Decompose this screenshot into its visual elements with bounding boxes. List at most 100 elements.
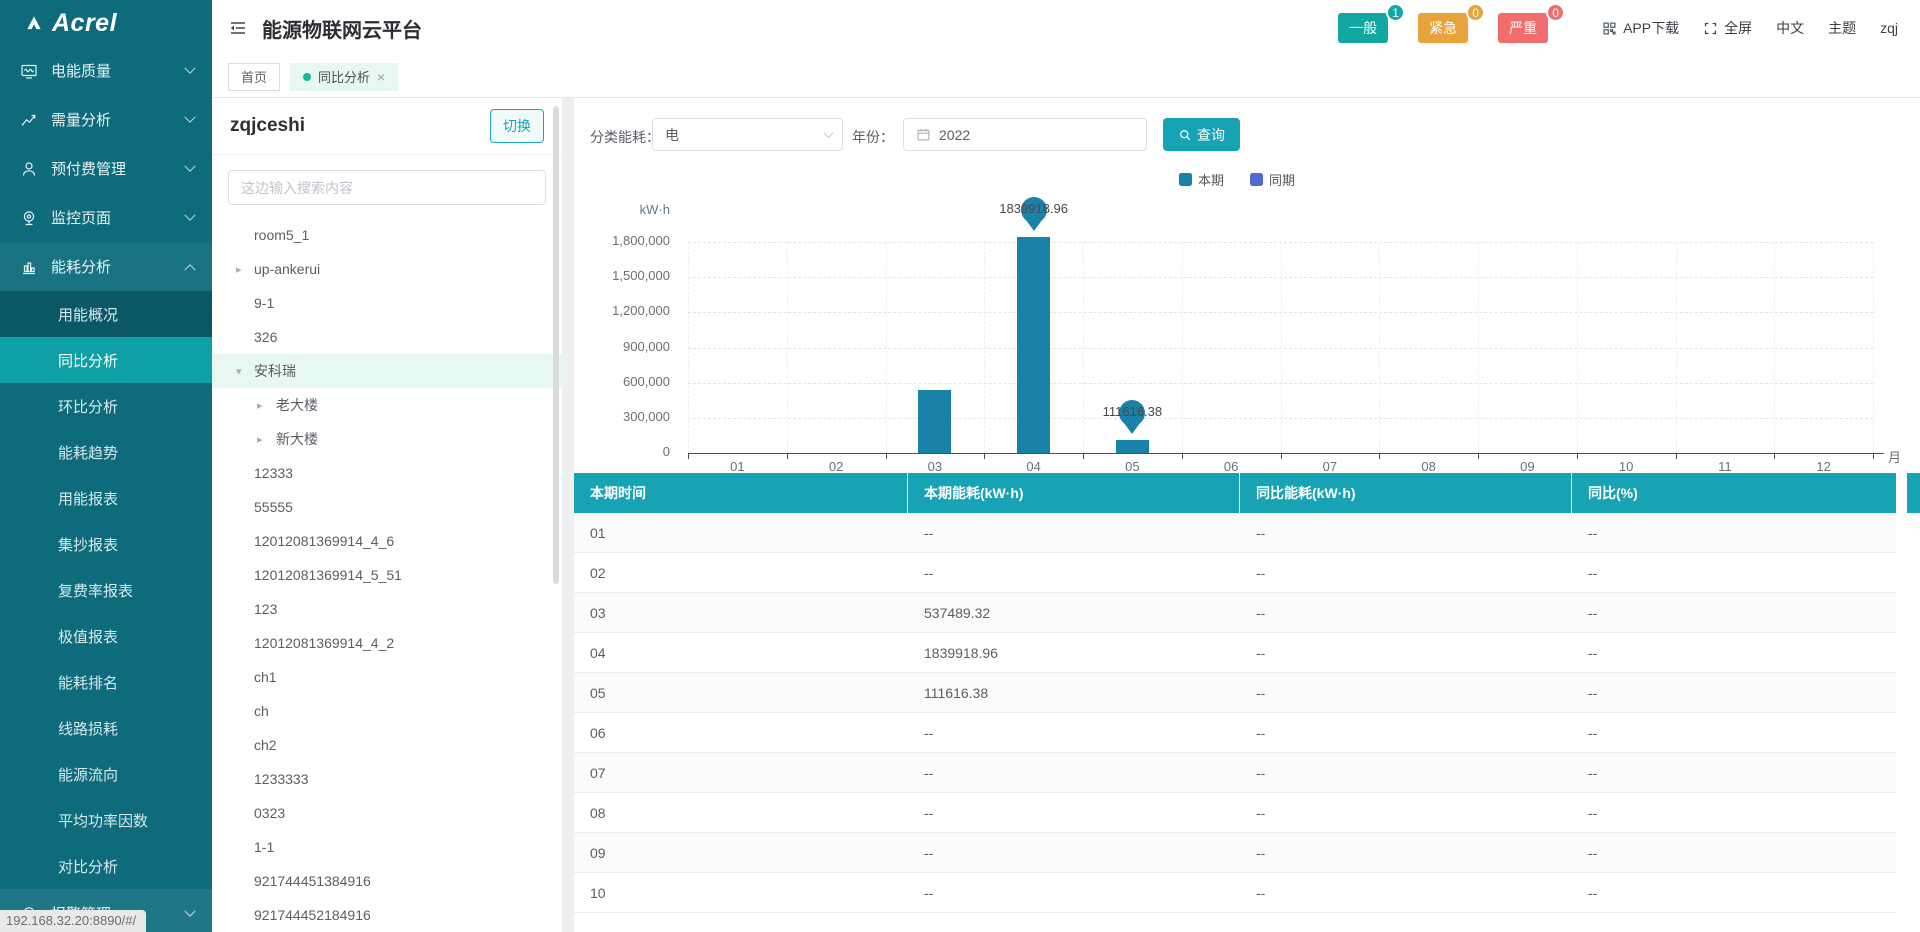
sidebar-item-0[interactable]: 电能质量 — [0, 46, 212, 95]
tree-node-label: 921744451384916 — [254, 873, 371, 889]
tab-yoy-analysis[interactable]: 同比分析 × — [290, 63, 398, 91]
tree-search-input[interactable] — [241, 180, 533, 196]
tree-node-2[interactable]: 9-1 — [212, 286, 562, 320]
fullscreen-button[interactable]: 全屏 — [1703, 18, 1752, 38]
table-cell: -- — [1240, 885, 1571, 901]
v-gridline — [1577, 242, 1578, 453]
app-download-button[interactable]: APP下载 — [1602, 18, 1679, 38]
bar-05 — [1116, 440, 1149, 453]
alarm-badge-0[interactable]: 一般1 — [1338, 13, 1388, 43]
tree-collapsed-arrow-icon[interactable]: ▸ — [257, 399, 263, 412]
tree-node-13[interactable]: ch1 — [212, 660, 562, 694]
sidebar-item-label: 能耗排名 — [58, 672, 118, 693]
legend-item-本期[interactable]: 本期 — [1179, 170, 1224, 189]
tree-node-19[interactable]: 921744451384916 — [212, 864, 562, 898]
tree-node-16[interactable]: 1233333 — [212, 762, 562, 796]
x-axis-unit-label: 月 — [1888, 447, 1901, 466]
sidebar-item-6[interactable]: 同比分析 — [0, 337, 212, 383]
sidebar-item-14[interactable]: 线路损耗 — [0, 705, 212, 751]
tree-node-1[interactable]: ▸up-ankerui — [212, 252, 562, 286]
sidebar: Acrel 电能质量需量分析预付费管理监控页面能耗分析用能概况同比分析环比分析能… — [0, 0, 212, 932]
sidebar-item-3[interactable]: 监控页面 — [0, 193, 212, 242]
sidebar-item-label: 电能质量 — [51, 60, 111, 81]
switch-button[interactable]: 切换 — [490, 109, 544, 143]
sidebar-item-13[interactable]: 能耗排名 — [0, 659, 212, 705]
user-menu[interactable]: zqj — [1880, 20, 1898, 36]
tree-scrollbar[interactable] — [553, 106, 559, 584]
table-cell: 06 — [574, 725, 907, 741]
alarm-badge-1[interactable]: 紧急0 — [1418, 13, 1468, 43]
table-cell: -- — [1240, 685, 1571, 701]
tree-node-6[interactable]: ▸新大楼 — [212, 422, 562, 456]
search-icon — [1178, 128, 1192, 142]
sidebar-item-8[interactable]: 能耗趋势 — [0, 429, 212, 475]
x-tick-label: 09 — [1497, 459, 1557, 474]
app-download-label: APP下载 — [1623, 18, 1679, 38]
calendar-icon — [916, 127, 931, 142]
tree-node-15[interactable]: ch2 — [212, 728, 562, 762]
language-switch[interactable]: 中文 — [1776, 18, 1804, 38]
tree-node-3[interactable]: 326 — [212, 320, 562, 354]
category-select[interactable]: 电 — [652, 118, 843, 151]
table-cell: 10 — [574, 885, 907, 901]
tree-node-11[interactable]: 123 — [212, 592, 562, 626]
tree-node-18[interactable]: 1-1 — [212, 830, 562, 864]
table-cell: 01 — [574, 525, 907, 541]
sidebar-item-12[interactable]: 极值报表 — [0, 613, 212, 659]
y-tick-label: 600,000 — [574, 374, 670, 389]
sidebar-item-11[interactable]: 复费率报表 — [0, 567, 212, 613]
table-cell: -- — [1240, 725, 1571, 741]
legend-item-同期[interactable]: 同期 — [1250, 170, 1295, 189]
tab-home[interactable]: 首页 — [228, 63, 280, 91]
v-gridline — [1182, 242, 1183, 453]
sidebar-item-4[interactable]: 能耗分析 — [0, 242, 212, 291]
sidebar-item-1[interactable]: 需量分析 — [0, 95, 212, 144]
x-axis-tick — [886, 454, 887, 459]
theme-switch[interactable]: 主题 — [1828, 18, 1856, 38]
query-button[interactable]: 查询 — [1163, 118, 1240, 151]
sidebar-item-16[interactable]: 平均功率因数 — [0, 797, 212, 843]
sidebar-collapse-icon[interactable] — [228, 18, 248, 38]
tree-node-8[interactable]: 55555 — [212, 490, 562, 524]
sidebar-item-15[interactable]: 能源流向 — [0, 751, 212, 797]
sidebar-item-label: 能耗趋势 — [58, 442, 118, 463]
tree-expanded-arrow-icon[interactable]: ▾ — [236, 365, 242, 378]
tree-node-10[interactable]: 12012081369914_5_51 — [212, 558, 562, 592]
table-cell: 08 — [574, 805, 907, 821]
tree-node-12[interactable]: 12012081369914_4_2 — [212, 626, 562, 660]
v-gridline — [1478, 242, 1479, 453]
tree-node-5[interactable]: ▸老大楼 — [212, 388, 562, 422]
sidebar-item-5[interactable]: 用能概况 — [0, 291, 212, 337]
sidebar-item-label: 能耗分析 — [51, 256, 111, 277]
table-cell: -- — [908, 845, 1239, 861]
tree-panel-header: zqjceshi 切换 — [212, 98, 562, 155]
table-header-cell: 本期时间 — [574, 473, 907, 513]
demand-icon — [20, 111, 38, 129]
data-value-label: 1839918.96 — [969, 201, 1099, 216]
marker-pin-icon — [1021, 197, 1047, 223]
table-header-cell: 本期能耗(kW·h) — [908, 473, 1239, 513]
sidebar-item-2[interactable]: 预付费管理 — [0, 144, 212, 193]
tree-node-9[interactable]: 12012081369914_4_6 — [212, 524, 562, 558]
alarm-badge-2[interactable]: 严重0 — [1498, 13, 1548, 43]
tree-node-label: 0323 — [254, 805, 285, 821]
tab-close-icon[interactable]: × — [377, 69, 385, 85]
tree-node-14[interactable]: ch — [212, 694, 562, 728]
tree-node-20[interactable]: 921744452184916 — [212, 898, 562, 932]
category-filter-label: 分类能耗： — [590, 127, 660, 147]
tree-collapsed-arrow-icon[interactable]: ▸ — [236, 263, 242, 276]
tree-collapsed-arrow-icon[interactable]: ▸ — [257, 433, 263, 446]
tree-node-0[interactable]: room5_1 — [212, 218, 562, 252]
tree-node-17[interactable]: 0323 — [212, 796, 562, 830]
sidebar-item-7[interactable]: 环比分析 — [0, 383, 212, 429]
year-picker[interactable]: 2022 — [903, 118, 1147, 151]
sidebar-item-17[interactable]: 对比分析 — [0, 843, 212, 889]
sidebar-item-label: 平均功率因数 — [58, 810, 148, 831]
sidebar-item-9[interactable]: 用能报表 — [0, 475, 212, 521]
table-cell: -- — [1240, 645, 1571, 661]
tree-node-7[interactable]: 12333 — [212, 456, 562, 490]
table-row-04: 041839918.96---- — [574, 633, 1896, 673]
sidebar-item-10[interactable]: 集抄报表 — [0, 521, 212, 567]
tree-node-4[interactable]: ▾安科瑞 — [212, 354, 562, 388]
x-axis-line — [688, 453, 1884, 454]
